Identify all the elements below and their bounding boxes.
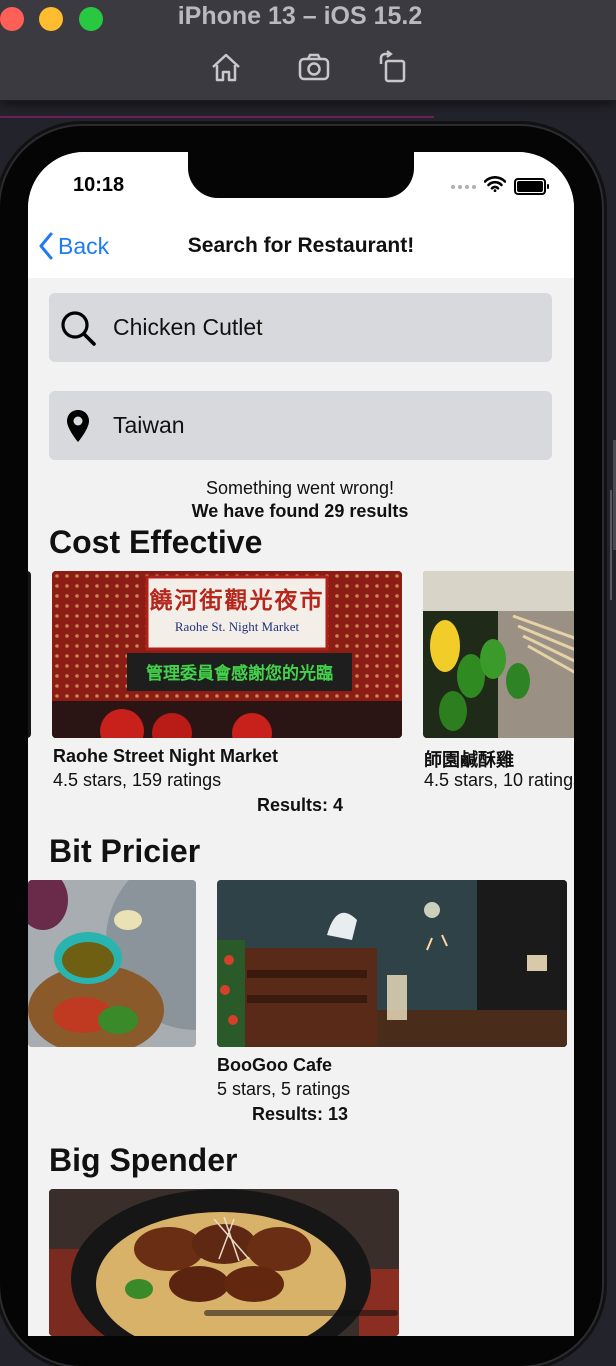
window-edge [610,490,612,600]
restaurant-card-image[interactable] [28,571,31,738]
section-title-bit-pricier: Bit Pricier [49,833,201,869]
screenshot-icon[interactable] [297,50,331,84]
location-pin-icon [58,409,98,443]
restaurant-card-image[interactable] [217,880,567,1047]
section-results-count: Results: 13 [251,1104,349,1124]
home-indicator [204,1310,398,1316]
section-title-cost-effective: Cost Effective [49,524,263,560]
sign-subtext: Raohe St. Night Market [174,619,300,634]
wifi-icon [483,176,507,197]
restaurant-card-image[interactable] [423,571,574,738]
window-divider [0,116,434,118]
section-title-big-spender: Big Spender [49,1142,238,1178]
simulator-title-bar: iPhone 13 – iOS 15.2 [0,0,616,101]
location-field[interactable]: Taiwan [49,391,552,460]
status-time: 10:18 [73,174,125,196]
restaurant-rating: 4.5 stars, 159 ratings [53,770,222,790]
cellular-icon [451,184,476,189]
section-results-count: Results: 4 [256,795,344,815]
phone-notch [188,152,414,198]
battery-icon [514,178,549,195]
simulator-title: iPhone 13 – iOS 15.2 [177,2,423,30]
location-input-value: Taiwan [113,412,185,438]
banner-text: 管理委員會感謝您的光臨 [146,664,333,684]
rotate-icon[interactable] [376,50,410,84]
restaurant-name: Raohe Street Night Market [53,746,279,766]
page-title: Search for Restaurant! [187,234,415,257]
phone-screen: 10:18 Back Search for Restaurant! Chicke… [28,152,574,1336]
sign-text: 饒河街觀光夜市 [149,587,325,614]
status-icons [451,176,549,197]
restaurant-card-image[interactable]: 饒河街觀光夜市 Raohe St. Night Market 管理委員會感謝您的… [52,571,402,738]
restaurant-card-image[interactable] [28,880,196,1047]
search-input-value: Chicken Cutlet [113,314,263,340]
home-icon[interactable] [209,50,243,84]
results-count: We have found 29 results [191,501,409,521]
restaurant-name: BooGoo Cafe [217,1055,332,1075]
restaurant-rating: 5 stars, 5 ratings [217,1079,351,1099]
restaurant-name: 師園鹹酥雞 [424,750,514,770]
search-icon [58,309,98,347]
error-message: Something went wrong! [205,478,395,498]
search-field[interactable]: Chicken Cutlet [49,293,552,362]
restaurant-rating: 4.5 stars, 10 ratings [424,770,574,790]
